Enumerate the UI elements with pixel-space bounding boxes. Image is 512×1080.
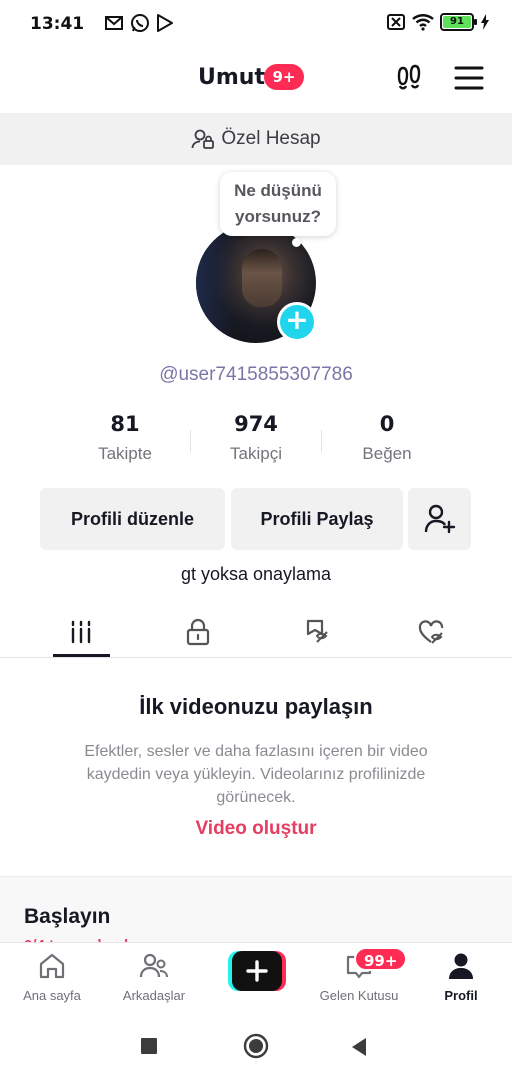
play-store-icon xyxy=(157,14,173,32)
following-label: Takipte xyxy=(98,444,152,463)
account-switcher[interactable]: Umut xyxy=(198,65,265,90)
add-user-icon xyxy=(424,504,455,534)
footprint-icon[interactable] xyxy=(394,62,426,94)
bubble-dot xyxy=(292,238,301,247)
lock-icon xyxy=(186,618,210,646)
system-navigation xyxy=(0,1010,512,1080)
likes-count: 0 xyxy=(379,412,395,436)
videos-grid-icon xyxy=(71,620,91,644)
following-count: 81 xyxy=(110,412,140,436)
nav-home-label: Ana sayfa xyxy=(23,988,81,1003)
add-friends-button[interactable] xyxy=(408,488,471,550)
get-started-title: Başlayın xyxy=(24,905,111,928)
nav-profile[interactable]: Profil xyxy=(411,943,511,1011)
battery-icon: 91 xyxy=(440,13,477,31)
followers-count: 974 xyxy=(234,412,278,436)
bottom-navigation: Ana sayfa Arkadaşlar Gelen Kutusu 99+ Pr… xyxy=(0,942,512,1010)
likes-stat[interactable]: 0 Beğen xyxy=(322,412,452,464)
profile-stats: 81 Takipte 974 Takipçi 0 Beğen xyxy=(60,412,452,472)
add-photo-button[interactable]: + xyxy=(277,302,317,342)
tab-liked[interactable] xyxy=(372,606,492,658)
nav-friends-label: Arkadaşlar xyxy=(122,988,186,1003)
followers-stat[interactable]: 974 Takipçi xyxy=(191,412,321,464)
nav-friends[interactable]: Arkadaşlar xyxy=(104,943,204,1011)
nav-profile-label: Profil xyxy=(444,988,478,1003)
charging-icon xyxy=(481,14,489,30)
home-icon xyxy=(39,953,65,979)
nav-inbox-label: Gelen Kutusu xyxy=(319,988,399,1003)
liked-hidden-icon xyxy=(418,620,444,644)
home-system-icon[interactable] xyxy=(243,1033,269,1059)
profile-header: Umut 9+ xyxy=(0,48,512,112)
followers-label: Takipçi xyxy=(230,444,282,463)
bubble-text-line1: Ne düşünü xyxy=(234,181,322,200)
profile-tabs xyxy=(0,606,512,658)
friends-icon xyxy=(139,953,168,978)
user-handle: @user7415855307786 xyxy=(159,364,353,385)
back-icon[interactable] xyxy=(350,1037,368,1057)
share-profile-button[interactable]: Profili Paylaş xyxy=(231,488,403,550)
sim-off-icon xyxy=(387,14,405,30)
private-account-label: Özel Hesap xyxy=(221,128,321,149)
create-plus-icon[interactable] xyxy=(228,951,286,991)
likes-label: Beğen xyxy=(362,444,412,463)
following-stat[interactable]: 81 Takipte xyxy=(60,412,190,464)
tab-reposts[interactable] xyxy=(257,606,377,658)
battery-level: 91 xyxy=(443,16,471,28)
private-account-bar[interactable]: Özel Hesap xyxy=(0,113,512,165)
private-user-icon xyxy=(191,129,215,149)
create-video-link[interactable]: Video oluştur xyxy=(0,818,512,840)
active-tab-indicator xyxy=(53,654,110,657)
gmail-icon xyxy=(105,16,123,30)
status-bubble[interactable]: Ne düşünü yorsunuz? xyxy=(220,172,336,236)
wifi-icon xyxy=(412,14,434,31)
empty-state-description: Efektler, sesler ve daha fazlasını içere… xyxy=(84,743,428,806)
inbox-badge: 99+ xyxy=(354,947,408,971)
empty-state-title: İlk videonuzu paylaşın xyxy=(139,694,373,719)
menu-icon[interactable] xyxy=(454,64,484,92)
recents-icon[interactable] xyxy=(140,1037,158,1055)
profile-bio: gt yoksa onaylama xyxy=(180,564,332,584)
bubble-text-line2: yorsunuz? xyxy=(235,207,321,226)
get-started-card[interactable]: Başlayın 0/4 tamamlandı xyxy=(0,876,512,946)
whatsapp-icon xyxy=(131,14,149,32)
status-bar: 13:41 91 xyxy=(0,0,512,48)
profile-icon xyxy=(449,953,473,979)
status-time: 13:41 xyxy=(30,14,85,34)
edit-profile-button[interactable]: Profili düzenle xyxy=(40,488,225,550)
nav-home[interactable]: Ana sayfa xyxy=(2,943,102,1011)
repost-hidden-icon xyxy=(306,619,328,643)
notification-badge: 9+ xyxy=(264,64,304,90)
tab-videos[interactable] xyxy=(21,606,141,658)
tab-private[interactable] xyxy=(138,606,258,658)
